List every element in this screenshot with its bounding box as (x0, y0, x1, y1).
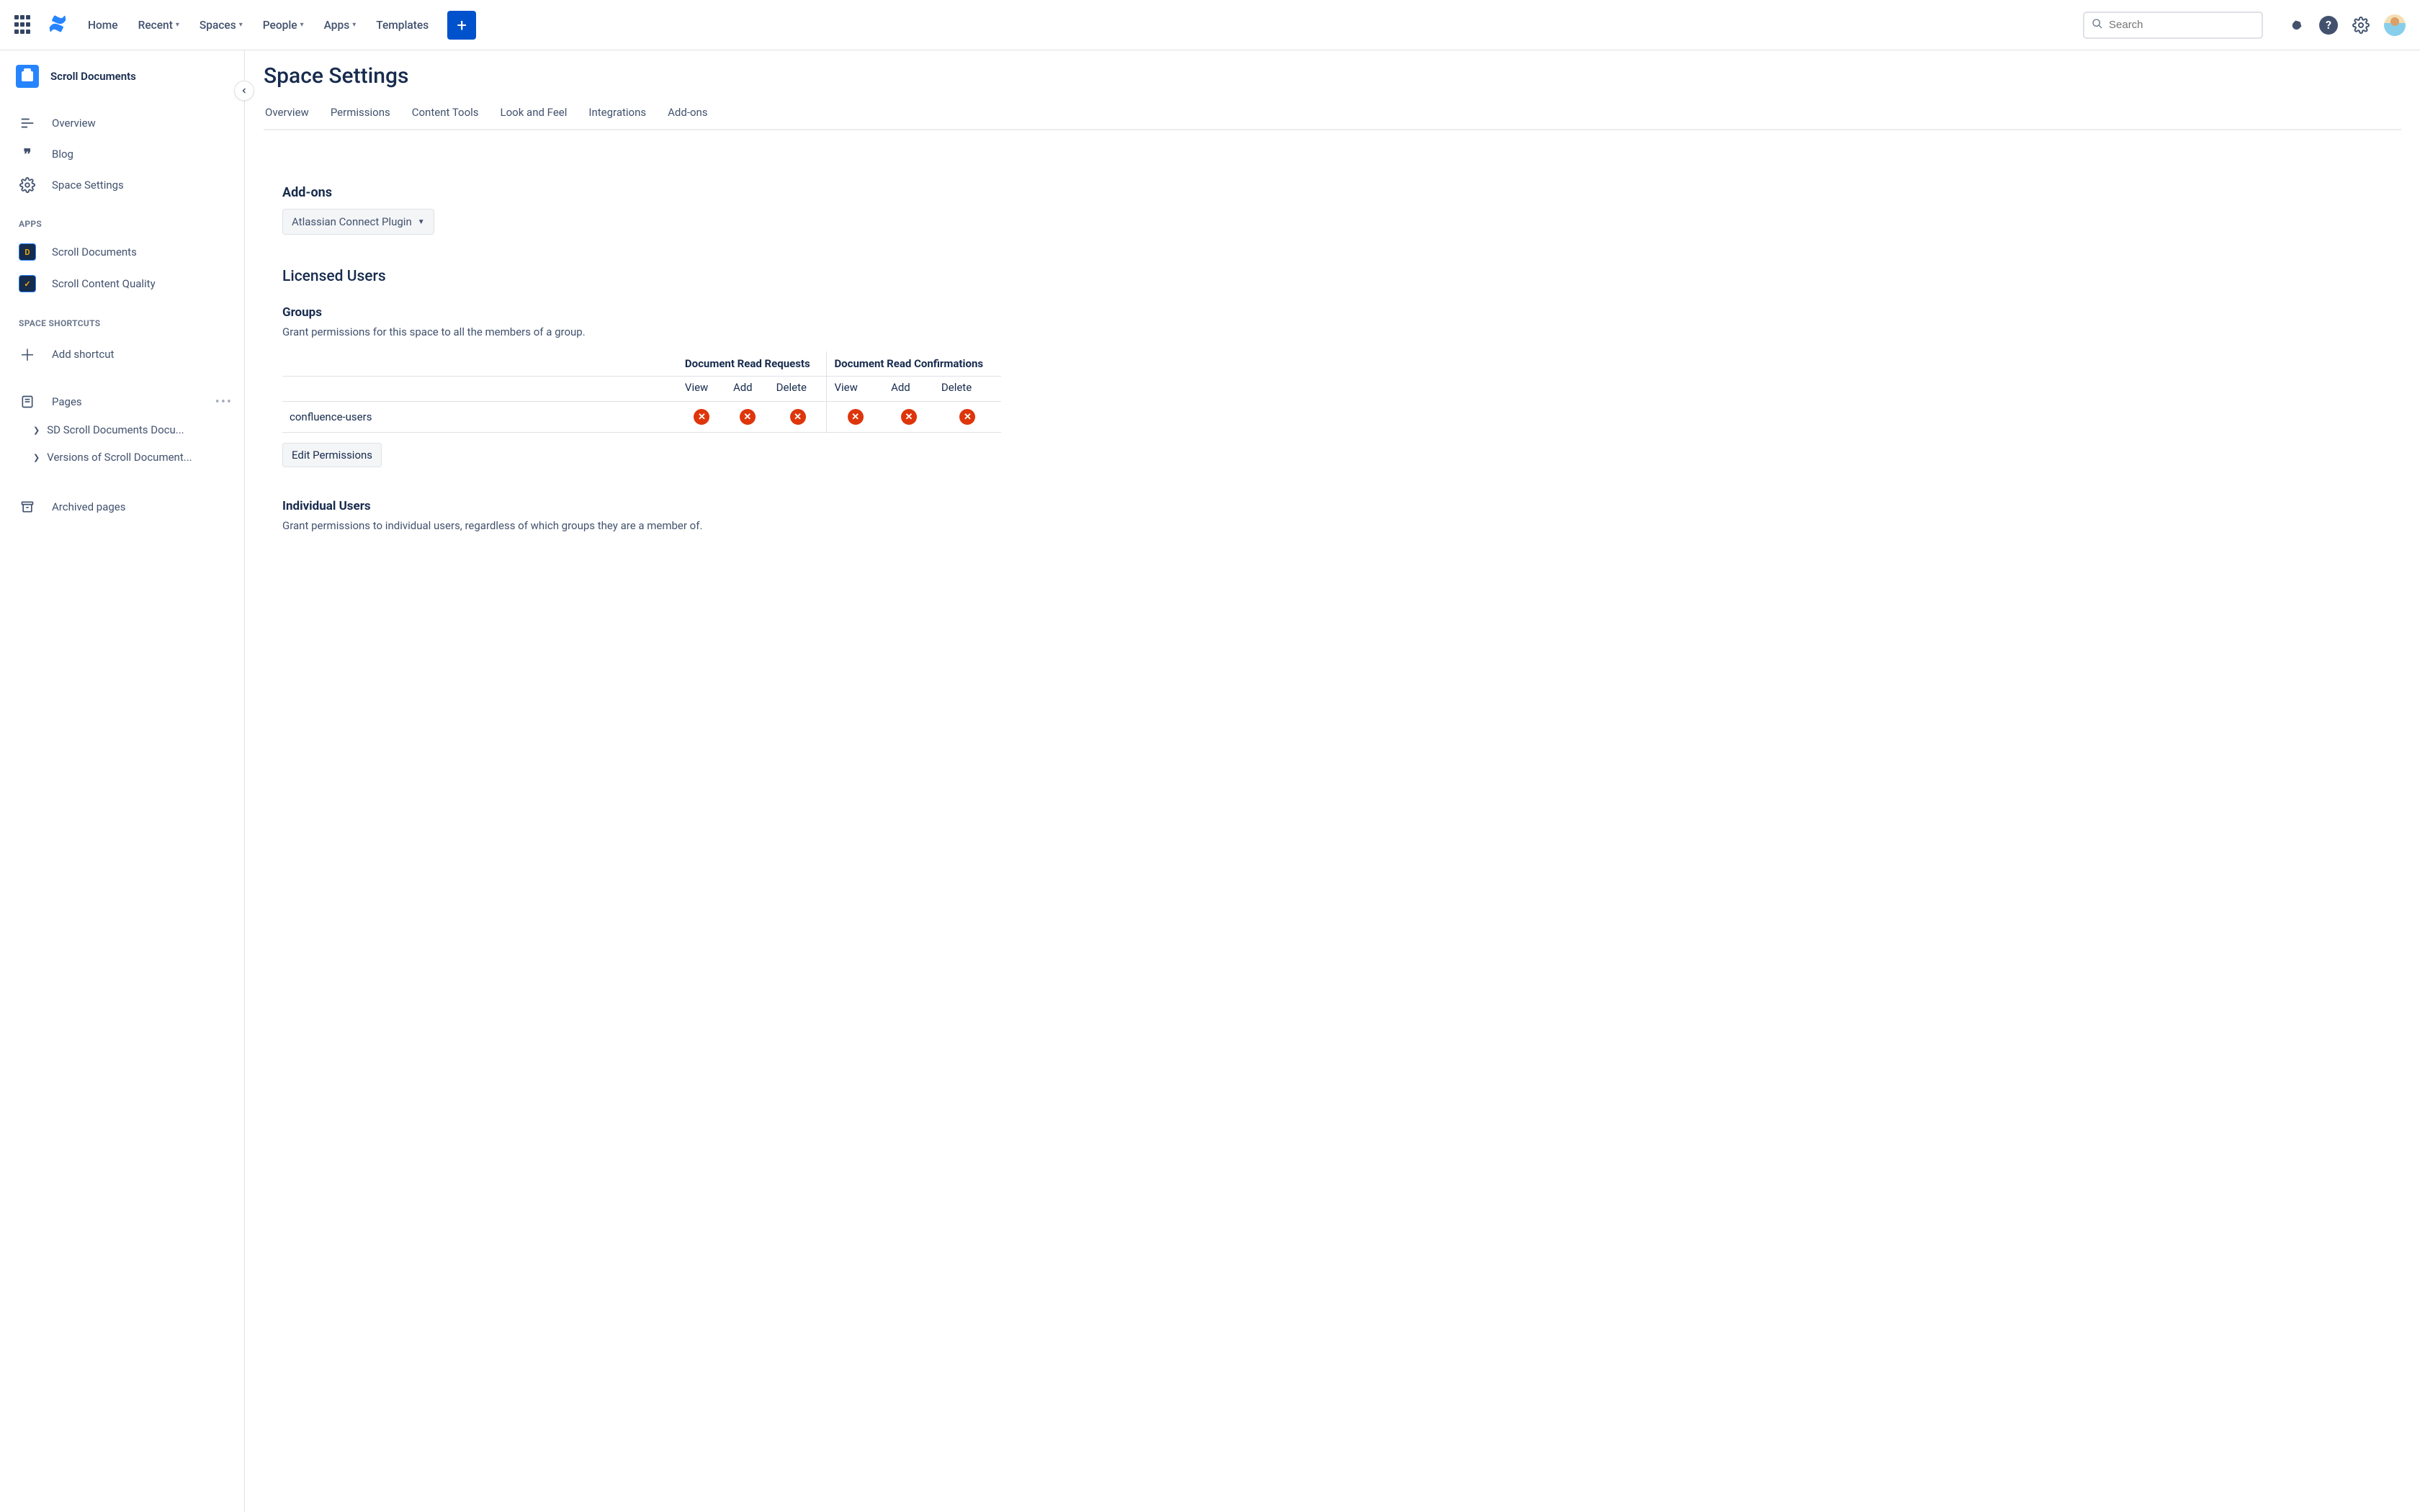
space-logo-icon (16, 65, 39, 88)
shortcuts-section-label: SPACE SHORTCUTS (16, 300, 237, 336)
sidebar-item-label: Overview (52, 117, 96, 130)
perm-sub-header: Delete (934, 377, 1001, 402)
gear-icon (19, 177, 36, 193)
primary-nav: Home Recent▾ Spaces▾ People▾ Apps▾ Templ… (88, 19, 429, 32)
tab-permissions[interactable]: Permissions (329, 99, 392, 129)
space-title: Scroll Documents (50, 70, 136, 83)
nav-recent[interactable]: Recent▾ (138, 19, 179, 32)
search-icon (2092, 18, 2103, 32)
sidebar-blog[interactable]: ❞ Blog (16, 138, 237, 170)
nav-spaces[interactable]: Spaces▾ (200, 19, 243, 32)
sidebar-overview[interactable]: Overview (16, 108, 237, 138)
permission-deny-icon[interactable]: ✕ (694, 409, 709, 425)
tabs: Overview Permissions Content Tools Look … (264, 99, 2401, 130)
search-input[interactable] (2109, 19, 2254, 31)
plus-icon: + (457, 15, 467, 35)
confluence-logo-icon[interactable] (48, 14, 68, 37)
individual-users-description: Grant permissions to individual users, r… (282, 519, 1001, 532)
permission-deny-icon[interactable]: ✕ (901, 409, 917, 425)
nav-apps[interactable]: Apps▾ (324, 19, 357, 32)
blog-icon: ❞ (19, 145, 36, 163)
sidebar-item-label: Space Settings (52, 179, 124, 192)
nav-home[interactable]: Home (88, 19, 118, 32)
user-avatar[interactable] (2384, 14, 2406, 36)
individual-users-heading: Individual Users (282, 499, 1001, 513)
settings-icon[interactable] (2352, 17, 2370, 34)
tree-item-label: Versions of Scroll Document... (47, 451, 192, 464)
perm-sub-header: Add (884, 377, 934, 402)
sidebar-item-label: Scroll Content Quality (52, 277, 156, 290)
tab-add-ons[interactable]: Add-ons (666, 99, 709, 129)
table-row: confluence-users ✕ ✕ ✕ ✕ ✕ ✕ (282, 402, 1001, 433)
chevron-right-icon[interactable]: ❯ (33, 453, 40, 462)
chevron-down-icon: ▾ (352, 21, 356, 29)
tree-item-label: SD Scroll Documents Docu... (47, 423, 184, 436)
collapse-sidebar-icon[interactable] (234, 81, 254, 101)
pages-icon (19, 395, 36, 409)
sidebar-pages[interactable]: Pages ••• (16, 387, 237, 416)
content-inner: Add-ons Atlassian Connect Plugin ▼ Licen… (264, 130, 1020, 532)
sidebar-app-scroll-documents[interactable]: D Scroll Documents (16, 236, 237, 268)
page-title: Space Settings (264, 63, 2401, 89)
help-icon[interactable]: ? (2319, 16, 2338, 35)
tab-integrations[interactable]: Integrations (587, 99, 647, 129)
licensed-users-heading: Licensed Users (282, 268, 1001, 285)
tab-content-tools[interactable]: Content Tools (411, 99, 480, 129)
addons-heading: Add-ons (282, 185, 1001, 200)
tab-overview[interactable]: Overview (264, 99, 310, 129)
permission-deny-icon[interactable]: ✕ (959, 409, 975, 425)
tab-look-and-feel[interactable]: Look and Feel (499, 99, 569, 129)
plus-icon: ＋ (19, 343, 36, 366)
perm-group-header: Document Read Confirmations (827, 351, 1001, 377)
app-switcher-icon[interactable] (14, 15, 35, 35)
permission-deny-icon[interactable]: ✕ (740, 409, 756, 425)
perm-sub-header: View (827, 377, 884, 402)
notifications-icon[interactable] (2289, 17, 2305, 33)
chevron-down-icon: ▾ (300, 21, 304, 29)
perm-sub-header: Add (726, 377, 769, 402)
perm-sub-header: View (678, 377, 726, 402)
chevron-down-icon: ▾ (176, 21, 179, 29)
permission-deny-icon[interactable]: ✕ (790, 409, 806, 425)
sidebar-archived-pages[interactable]: Archived pages (16, 492, 237, 521)
sidebar-app-scroll-content-quality[interactable]: ✓ Scroll Content Quality (16, 268, 237, 300)
sidebar-item-label: Blog (52, 148, 73, 161)
group-name: confluence-users (282, 402, 678, 433)
overview-icon (19, 115, 36, 131)
apps-section-label: APPS (16, 200, 237, 236)
tree-item[interactable]: ❯ SD Scroll Documents Docu... (16, 416, 237, 444)
caret-down-icon: ▼ (418, 218, 425, 226)
perm-sub-header: Delete (769, 377, 827, 402)
addons-dropdown[interactable]: Atlassian Connect Plugin ▼ (282, 209, 434, 235)
sidebar-item-label: Pages (52, 395, 82, 408)
space-header[interactable]: Scroll Documents (16, 65, 237, 88)
scroll-content-quality-app-icon: ✓ (19, 275, 36, 292)
main-content: Space Settings Overview Permissions Cont… (245, 50, 2420, 1512)
tree-item[interactable]: ❯ Versions of Scroll Document... (16, 444, 237, 471)
dropdown-label: Atlassian Connect Plugin (292, 215, 412, 228)
search-box[interactable] (2083, 12, 2263, 39)
create-button[interactable]: + (447, 11, 476, 40)
sidebar-item-label: Archived pages (52, 500, 126, 513)
sidebar-item-label: Scroll Documents (52, 246, 137, 258)
group-permissions-table: Document Read Requests Document Read Con… (282, 351, 1001, 433)
sidebar-add-shortcut[interactable]: ＋ Add shortcut (16, 336, 237, 373)
more-icon[interactable]: ••• (215, 395, 233, 410)
top-navigation: Home Recent▾ Spaces▾ People▾ Apps▾ Templ… (0, 0, 2420, 50)
chevron-right-icon[interactable]: ❯ (33, 426, 40, 435)
groups-description: Grant permissions for this space to all … (282, 325, 1001, 338)
nav-templates[interactable]: Templates (376, 19, 429, 32)
nav-people[interactable]: People▾ (263, 19, 304, 32)
groups-heading: Groups (282, 305, 1001, 320)
scroll-documents-app-icon: D (19, 243, 36, 261)
sidebar-item-label: Add shortcut (52, 348, 114, 361)
sidebar: Scroll Documents Overview ❞ Blog Space S… (0, 50, 245, 1512)
edit-permissions-button[interactable]: Edit Permissions (282, 443, 382, 467)
chevron-down-icon: ▾ (239, 21, 243, 29)
top-right-icons: ? (2289, 14, 2406, 36)
perm-group-header: Document Read Requests (678, 351, 827, 377)
archive-icon (19, 500, 36, 514)
permission-deny-icon[interactable]: ✕ (848, 409, 864, 425)
sidebar-space-settings[interactable]: Space Settings (16, 170, 237, 200)
